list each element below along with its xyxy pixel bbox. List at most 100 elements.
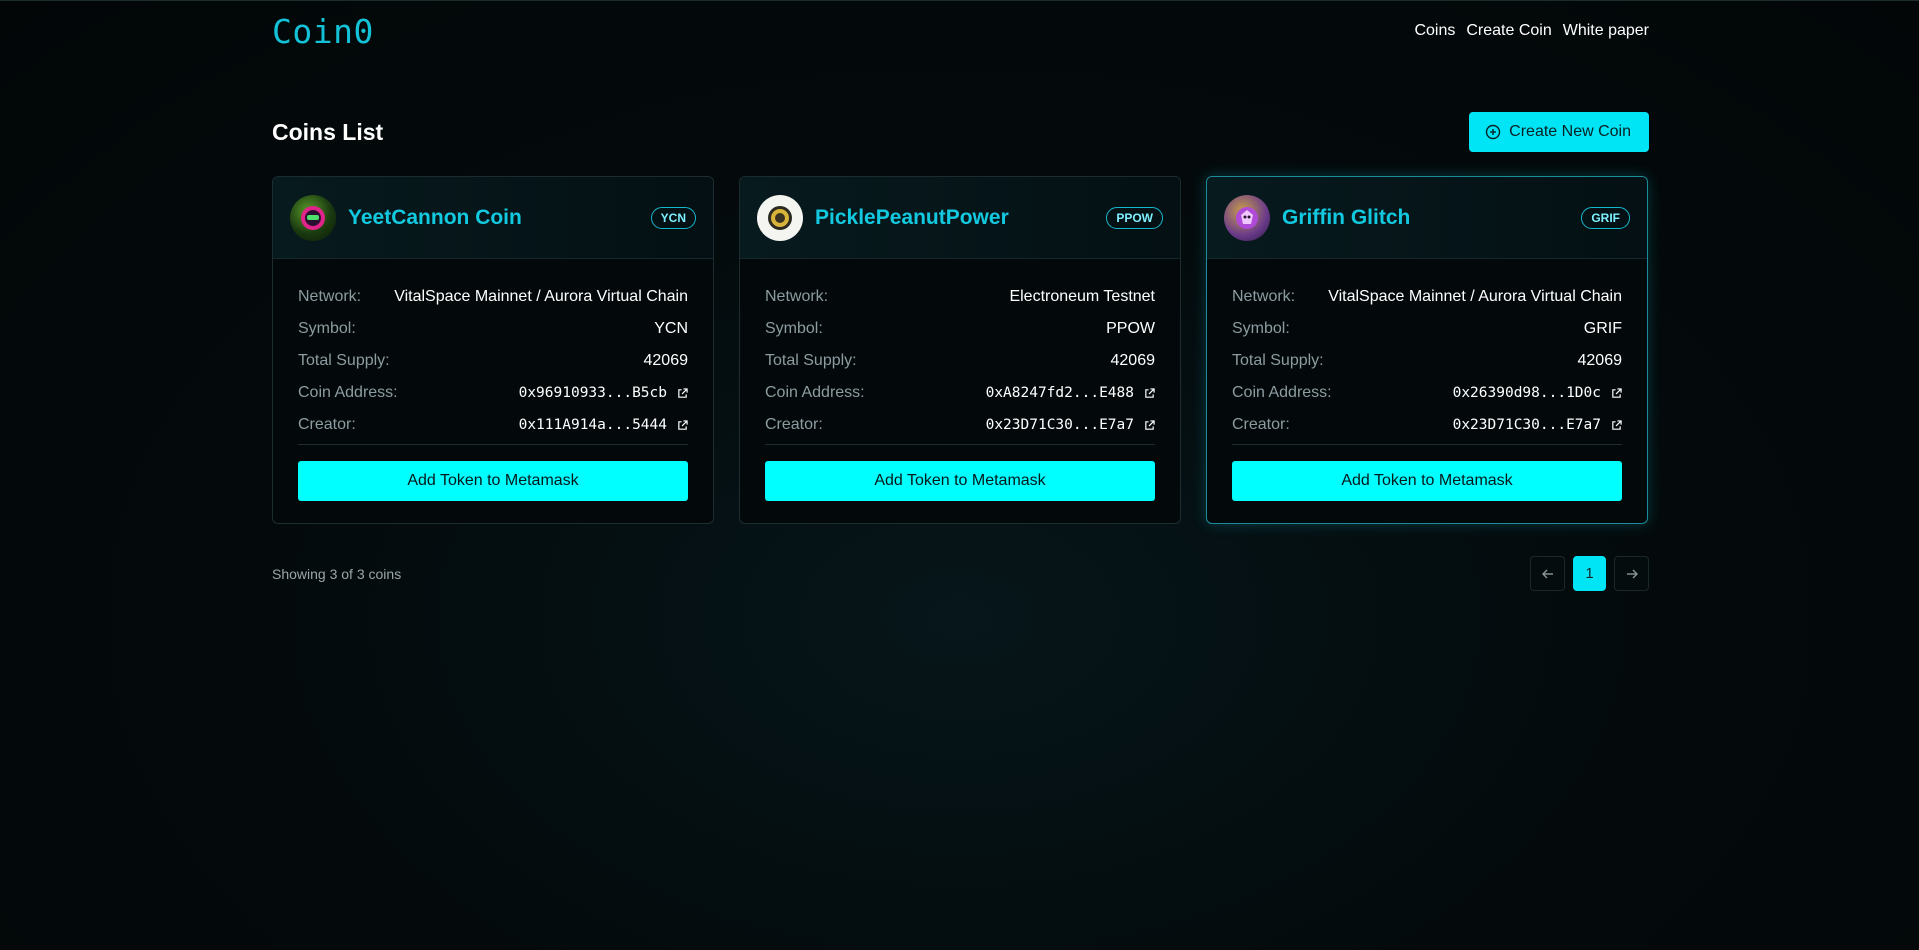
address-row: Coin Address: 0x96910933...B5cb: [298, 377, 688, 409]
address-row: Coin Address: 0xA8247fd2...E488: [765, 377, 1155, 409]
plus-circle-icon: [1485, 124, 1501, 140]
coin-address-link[interactable]: 0x96910933...B5cb: [519, 385, 688, 401]
external-link-icon: [678, 387, 688, 398]
coin-name[interactable]: Griffin Glitch: [1282, 206, 1581, 230]
list-footer: Showing 3 of 3 coins 1: [272, 556, 1649, 591]
network-label: Network:: [765, 288, 829, 305]
network-label: Network:: [1232, 288, 1296, 305]
symbol-badge: GRIF: [1581, 206, 1630, 229]
coin-card: YeetCannon Coin YCN Network: VitalSpace …: [272, 176, 714, 524]
network-row: Network: VitalSpace Mainnet / Aurora Vir…: [298, 281, 688, 313]
creator-label: Creator:: [1232, 416, 1290, 433]
coin-card-header: YeetCannon Coin YCN: [273, 177, 713, 259]
supply-value: 42069: [643, 352, 689, 369]
coin-name[interactable]: YeetCannon Coin: [348, 206, 651, 230]
coin-card-body: Network: Electroneum Testnet Symbol: PPO…: [740, 259, 1180, 501]
supply-value: 42069: [1110, 352, 1156, 369]
address-row: Coin Address: 0x26390d98...1D0c: [1232, 377, 1622, 409]
coin-address-value: 0xA8247fd2...E488: [985, 385, 1134, 401]
creator-row: Creator: 0x111A914a...5444: [298, 409, 688, 441]
supply-row: Total Supply: 42069: [1232, 345, 1622, 377]
symbol-row: Symbol: PPOW: [765, 313, 1155, 345]
divider: [298, 444, 688, 445]
creator-address-value: 0x111A914a...5444: [518, 417, 667, 433]
coin-cards: YeetCannon Coin YCN Network: VitalSpace …: [272, 176, 1649, 524]
network-value: VitalSpace Mainnet / Aurora Virtual Chai…: [394, 288, 688, 305]
coin-card-header: PicklePeanutPower PPOW: [740, 177, 1180, 259]
creator-address-value: 0x23D71C30...E7a7: [985, 417, 1134, 433]
coin-avatar: [1224, 194, 1270, 241]
showing-count: Showing 3 of 3 coins: [272, 565, 402, 582]
address-label: Coin Address:: [1232, 384, 1332, 401]
creator-row: Creator: 0x23D71C30...E7a7: [1232, 409, 1622, 441]
creator-address-link[interactable]: 0x23D71C30...E7a7: [1453, 417, 1622, 433]
supply-label: Total Supply:: [765, 352, 857, 369]
creator-address-value: 0x23D71C30...E7a7: [1452, 417, 1601, 433]
symbol-badge: PPOW: [1106, 206, 1163, 229]
external-link-icon: [1145, 387, 1155, 398]
symbol-label: Symbol:: [1232, 320, 1290, 337]
network-row: Network: VitalSpace Mainnet / Aurora Vir…: [1232, 281, 1622, 313]
address-label: Coin Address:: [765, 384, 865, 401]
symbol-label: Symbol:: [298, 320, 356, 337]
symbol-row: Symbol: GRIF: [1232, 313, 1622, 345]
coin-card-body: Network: VitalSpace Mainnet / Aurora Vir…: [273, 259, 713, 501]
supply-row: Total Supply: 42069: [298, 345, 688, 377]
external-link-icon: [678, 419, 688, 430]
creator-row: Creator: 0x23D71C30...E7a7: [765, 409, 1155, 441]
symbol-value: PPOW: [1106, 320, 1155, 337]
network-label: Network:: [298, 288, 362, 305]
create-new-coin-button[interactable]: Create New Coin: [1469, 112, 1649, 152]
external-link-icon: [1612, 387, 1622, 398]
page: Coin0 Coins Create Coin White paper Coin…: [272, 1, 1649, 591]
page-button-current[interactable]: 1: [1573, 556, 1606, 591]
coin-address-value: 0x96910933...B5cb: [518, 385, 667, 401]
arrow-left-icon: [1541, 569, 1553, 578]
network-value: Electroneum Testnet: [1009, 288, 1155, 305]
address-label: Coin Address:: [298, 384, 398, 401]
coin-card: Griffin Glitch GRIF Network: VitalSpace …: [1206, 176, 1648, 524]
add-to-metamask-button[interactable]: Add Token to Metamask: [298, 461, 688, 501]
coin-avatar: [757, 194, 803, 241]
coin-address-link[interactable]: 0x26390d98...1D0c: [1453, 385, 1622, 401]
external-link-icon: [1145, 419, 1155, 430]
nav-create-coin[interactable]: Create Coin: [1466, 22, 1551, 40]
logo[interactable]: Coin0: [272, 12, 374, 51]
symbol-value: YCN: [654, 320, 688, 337]
nav-white-paper[interactable]: White paper: [1563, 22, 1649, 40]
network-value: VitalSpace Mainnet / Aurora Virtual Chai…: [1328, 288, 1622, 305]
prev-page-button[interactable]: [1530, 556, 1565, 591]
network-row: Network: Electroneum Testnet: [765, 281, 1155, 313]
coin-avatar: [290, 194, 336, 241]
next-page-button[interactable]: [1614, 556, 1649, 591]
creator-address-link[interactable]: 0x111A914a...5444: [519, 417, 688, 433]
create-new-coin-label: Create New Coin: [1509, 123, 1631, 140]
coin-address-value: 0x26390d98...1D0c: [1452, 385, 1601, 401]
creator-label: Creator:: [298, 416, 356, 433]
main-nav: Coins Create Coin White paper: [1403, 22, 1649, 40]
creator-address-link[interactable]: 0x23D71C30...E7a7: [986, 417, 1155, 433]
supply-label: Total Supply:: [1232, 352, 1324, 369]
nav-coins[interactable]: Coins: [1414, 22, 1455, 40]
coin-card-header: Griffin Glitch GRIF: [1207, 177, 1647, 259]
add-to-metamask-button[interactable]: Add Token to Metamask: [765, 461, 1155, 501]
arrow-right-icon: [1626, 569, 1638, 578]
creator-label: Creator:: [765, 416, 823, 433]
page-title: Coins List: [272, 118, 384, 145]
coin-card: PicklePeanutPower PPOW Network: Electron…: [739, 176, 1181, 524]
external-link-icon: [1612, 419, 1622, 430]
divider: [1232, 444, 1622, 445]
symbol-badge: YCN: [650, 206, 696, 229]
coin-name[interactable]: PicklePeanutPower: [815, 206, 1106, 230]
coin-address-link[interactable]: 0xA8247fd2...E488: [986, 385, 1155, 401]
supply-label: Total Supply:: [298, 352, 390, 369]
supply-row: Total Supply: 42069: [765, 345, 1155, 377]
symbol-value: GRIF: [1583, 320, 1622, 337]
coin-card-body: Network: VitalSpace Mainnet / Aurora Vir…: [1207, 259, 1647, 501]
symbol-label: Symbol:: [765, 320, 823, 337]
top-bar: Coin0 Coins Create Coin White paper: [272, 1, 1649, 61]
add-to-metamask-button[interactable]: Add Token to Metamask: [1232, 461, 1622, 501]
supply-value: 42069: [1577, 352, 1623, 369]
pagination: 1: [1530, 556, 1649, 591]
divider: [765, 444, 1155, 445]
